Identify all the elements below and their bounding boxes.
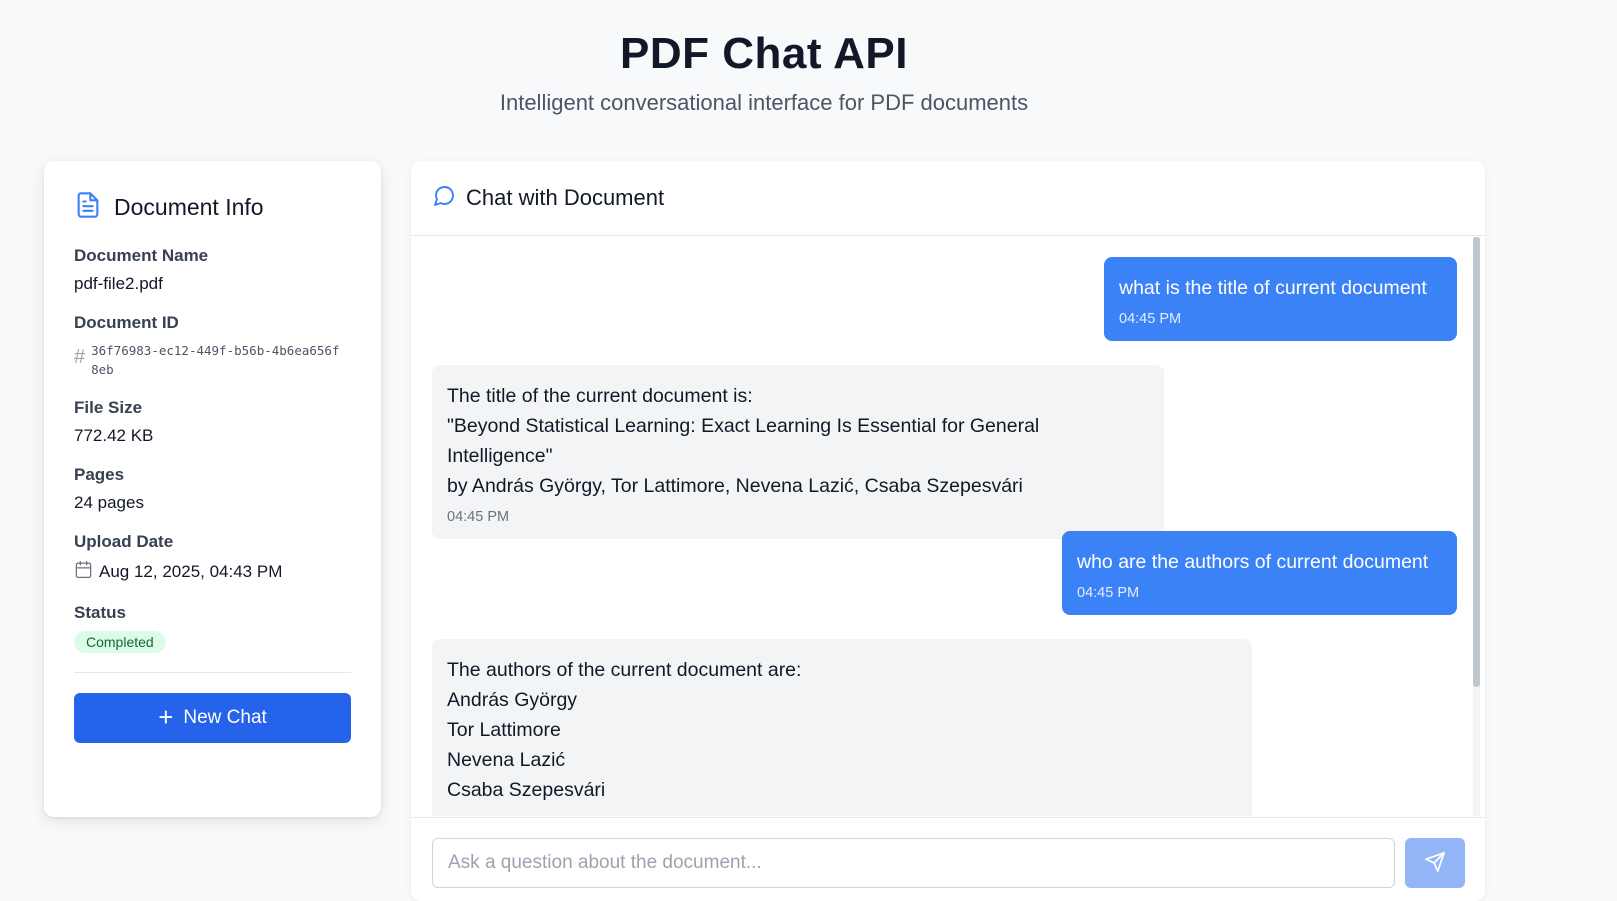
document-name-field: Document Name pdf-file2.pdf — [74, 246, 351, 294]
status-badge: Completed — [74, 631, 166, 653]
document-id-field: Document ID # 36f76983-ec12-449f-b56b-4b… — [74, 313, 351, 379]
pages-field: Pages 24 pages — [74, 465, 351, 513]
send-icon — [1424, 851, 1446, 876]
message-text: what is the title of current document — [1119, 277, 1427, 299]
upload-date-label: Upload Date — [74, 532, 174, 551]
message-circle-icon — [432, 184, 456, 213]
file-size-label: File Size — [74, 398, 143, 417]
pages-label: Pages — [74, 465, 125, 484]
document-name-label: Document Name — [74, 246, 209, 265]
new-chat-button[interactable]: + New Chat — [74, 693, 351, 743]
page-subtitle: Intelligent conversational interface for… — [499, 90, 1029, 115]
chat-panel: Chat with Document what is the title of … — [411, 161, 1485, 901]
message-time: 04:45 PM — [1119, 311, 1182, 327]
user-message: who are the authors of current document … — [1062, 531, 1457, 615]
document-id-label: Document ID — [74, 313, 179, 332]
calendar-icon — [74, 560, 93, 584]
assistant-message: The title of the current document is: "B… — [432, 365, 1164, 539]
message-time: 04:45 PM — [447, 509, 510, 525]
upload-date-value: Aug 12, 2025, 04:43 PM — [99, 562, 283, 581]
message-text: The authors of the current document are:… — [447, 659, 802, 801]
new-chat-label: New Chat — [183, 707, 267, 728]
chat-input[interactable] — [432, 838, 1395, 888]
file-size-value: 772.42 KB — [74, 426, 154, 445]
document-info-title: Document Info — [114, 194, 264, 220]
divider — [74, 672, 351, 673]
message-text: The title of the current document is: "B… — [447, 385, 1040, 497]
message-list[interactable]: what is the title of current document 04… — [411, 237, 1485, 816]
chat-input-bar — [411, 817, 1485, 901]
page-header: PDF Chat API Intelligent conversational … — [0, 0, 1528, 118]
user-message: what is the title of current document 04… — [1104, 257, 1457, 341]
file-text-icon — [74, 191, 102, 224]
chat-title: Chat with Document — [466, 185, 665, 210]
file-size-field: File Size 772.42 KB — [74, 398, 351, 446]
status-field: Status Completed — [74, 603, 351, 653]
assistant-message: The authors of the current document are:… — [432, 639, 1252, 816]
pages-value: 24 pages — [74, 493, 144, 512]
document-info-panel: Document Info Document Name pdf-file2.pd… — [44, 161, 381, 817]
hash-icon: # — [74, 346, 86, 368]
document-info-header: Document Info — [74, 191, 351, 224]
message-time: 04:45 PM — [1077, 585, 1140, 601]
chat-header: Chat with Document — [411, 161, 1485, 236]
document-id-value: 36f76983-ec12-449f-b56b-4b6ea656f8eb — [91, 343, 340, 377]
message-text: who are the authors of current document — [1077, 551, 1429, 573]
plus-icon: + — [158, 701, 174, 732]
upload-date-field: Upload Date Aug 12, 2025, 04:43 PM — [74, 532, 351, 584]
status-label: Status — [74, 603, 126, 622]
send-button[interactable] — [1405, 838, 1465, 888]
scrollbar-thumb[interactable] — [1473, 237, 1480, 687]
document-name-value: pdf-file2.pdf — [74, 274, 163, 293]
page-title: PDF Chat API — [620, 29, 908, 78]
